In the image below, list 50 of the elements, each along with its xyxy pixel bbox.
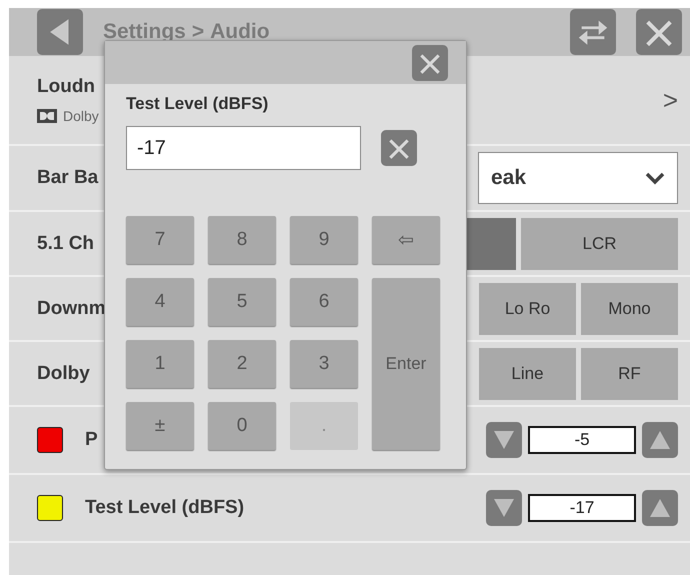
keypad-key[interactable]: 5 bbox=[208, 278, 276, 326]
segment-button[interactable]: RF bbox=[581, 348, 678, 400]
keypad-key[interactable]: ± bbox=[126, 402, 194, 450]
input-field[interactable]: -17 bbox=[126, 126, 361, 170]
back-button[interactable] bbox=[37, 9, 83, 55]
segment-button[interactable]: Lo Ro bbox=[479, 282, 576, 334]
increment-button[interactable] bbox=[642, 422, 678, 458]
triangle-down-icon bbox=[492, 429, 516, 451]
triangle-up-icon bbox=[648, 429, 672, 451]
segment-button[interactable]: Line bbox=[479, 348, 576, 400]
dolby-logo-icon bbox=[37, 109, 57, 123]
breadcrumb-separator: > bbox=[192, 20, 204, 44]
chevron-down-icon bbox=[645, 171, 665, 185]
triangle-up-icon bbox=[648, 497, 672, 519]
keypad-key[interactable]: 8 bbox=[208, 216, 276, 264]
breadcrumb-settings[interactable]: Settings bbox=[103, 20, 186, 44]
keypad-key[interactable]: 3 bbox=[290, 340, 358, 388]
clear-button[interactable] bbox=[381, 130, 417, 166]
segment-button[interactable]: LCR bbox=[521, 218, 678, 270]
value-field[interactable]: -5 bbox=[528, 426, 636, 454]
keypad-key[interactable]: 1 bbox=[126, 340, 194, 388]
row-label: Test Level (dBFS) bbox=[85, 497, 244, 519]
chevron[interactable]: > bbox=[662, 84, 678, 116]
close-button[interactable] bbox=[412, 44, 448, 80]
segment-button[interactable]: Mono bbox=[581, 282, 678, 334]
keypad-key[interactable]: 2 bbox=[208, 340, 276, 388]
decrement-button[interactable] bbox=[486, 490, 522, 526]
dialog-label: Test Level (dBFS) bbox=[126, 94, 270, 114]
row-label: Bar Ba bbox=[37, 167, 98, 189]
decrement-button[interactable] bbox=[486, 422, 522, 458]
keypad-key[interactable]: 9 bbox=[290, 216, 358, 264]
close-button[interactable] bbox=[636, 9, 682, 55]
keypad-key[interactable]: 4 bbox=[126, 278, 194, 326]
row-label: 5.1 Ch bbox=[37, 232, 94, 254]
row-label: Loudn bbox=[37, 76, 96, 98]
increment-button[interactable] bbox=[642, 490, 678, 526]
keypad-key[interactable]: 6 bbox=[290, 278, 358, 326]
breadcrumb-audio: Audio bbox=[210, 20, 270, 44]
row-label: Downm bbox=[37, 298, 106, 320]
keypad-key[interactable]: 7 bbox=[126, 216, 194, 264]
value-field[interactable]: -17 bbox=[528, 494, 636, 522]
enter-key[interactable]: Enter bbox=[372, 278, 440, 450]
keypad-key[interactable]: 0 bbox=[208, 402, 276, 450]
triangle-down-icon bbox=[492, 497, 516, 519]
dropdown[interactable]: eak bbox=[478, 152, 678, 204]
swap-button[interactable] bbox=[570, 9, 616, 55]
row-label: P bbox=[85, 429, 98, 451]
row-label: Dolby bbox=[37, 362, 90, 384]
row-sublabel: Dolby bbox=[63, 108, 99, 124]
backspace-key[interactable]: ⇦ bbox=[372, 216, 440, 264]
